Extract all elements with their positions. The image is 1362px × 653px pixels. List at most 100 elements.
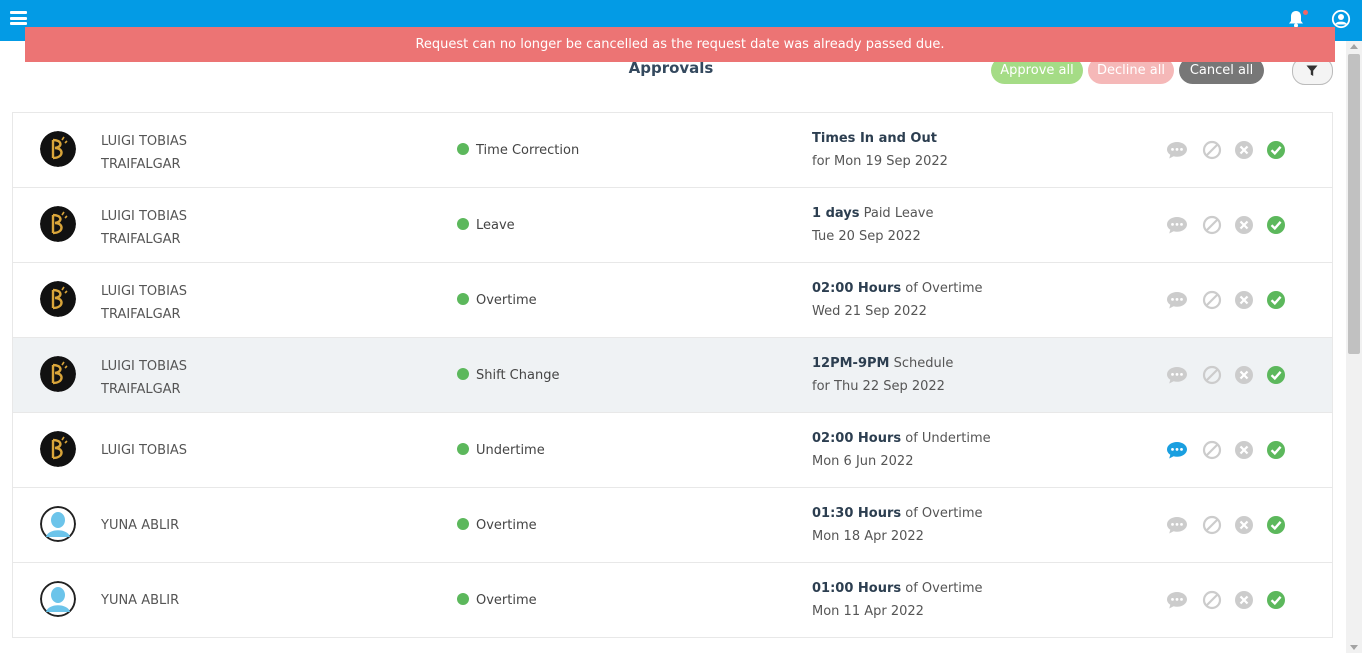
employee-name: LUIGI TOBIAS TRAIFALGAR [101,355,401,401]
approve-icon[interactable] [1265,590,1287,610]
decline-icon[interactable] [1201,590,1223,610]
decline-icon[interactable] [1201,440,1223,460]
request-type: Undertime [457,439,545,462]
cancel-icon[interactable] [1233,215,1255,235]
employee-name-line1: LUIGI TOBIAS [101,134,188,149]
approve-icon[interactable] [1265,515,1287,535]
b-logo-avatar [40,281,76,317]
status-dot [457,593,469,605]
status-dot [457,518,469,530]
approval-row[interactable]: LUIGI TOBIAS TRAIFALGAR Leave 1 days Pai… [13,188,1332,263]
approval-row[interactable]: LUIGI TOBIAS TRAIFALGAR Overtime 02:00 H… [13,263,1332,338]
employee-name-line2: TRAIFALGAR [101,157,181,172]
approve-icon[interactable] [1265,140,1287,160]
b-logo-avatar [40,206,76,242]
comment-icon[interactable] [1166,440,1188,460]
request-detail-description: of Overtime [901,506,983,521]
request-detail: 02:00 Hours of Overtime Wed 21 Sep 2022 [812,277,983,323]
approval-row[interactable]: LUIGI TOBIAS TRAIFALGAR Shift Change 12P… [13,338,1332,413]
decline-icon[interactable] [1201,365,1223,385]
request-type-label: Overtime [476,518,537,533]
approve-icon[interactable] [1265,215,1287,235]
comment-icon[interactable] [1166,290,1188,310]
comment-icon[interactable] [1166,590,1188,610]
cancel-icon[interactable] [1233,140,1255,160]
decline-icon[interactable] [1201,140,1223,160]
cancel-icon[interactable] [1233,365,1255,385]
b-logo-avatar [40,431,76,467]
request-detail-date: Mon 6 Jun 2022 [812,454,914,469]
employee-name: LUIGI TOBIAS [101,439,401,462]
comment-icon[interactable] [1166,140,1188,160]
request-detail-date: for Mon 19 Sep 2022 [812,154,948,169]
request-type: Leave [457,214,515,237]
request-detail-description: of Overtime [901,281,983,296]
request-type: Overtime [457,289,537,312]
request-detail-amount: 01:30 Hours [812,506,902,521]
approval-row[interactable]: LUIGI TOBIAS TRAIFALGAR Time Correction … [13,113,1332,188]
employee-name-line1: LUIGI TOBIAS [101,284,188,299]
person-silhouette-avatar [40,506,76,542]
scrollbar-thumb[interactable] [1348,54,1360,354]
request-detail: 01:30 Hours of Overtime Mon 18 Apr 2022 [812,502,983,548]
request-type-label: Leave [476,218,515,233]
request-detail-date: Mon 11 Apr 2022 [812,604,924,619]
request-detail-description: Paid Leave [859,206,934,221]
status-dot [457,218,469,230]
approve-icon[interactable] [1265,290,1287,310]
request-type-label: Shift Change [476,368,560,383]
approve-icon[interactable] [1265,365,1287,385]
request-detail-amount: 02:00 Hours [812,281,902,296]
approval-row[interactable]: YUNA ABLIR Overtime 01:00 Hours of Overt… [13,563,1332,638]
b-logo-avatar [40,131,76,167]
b-logo-avatar [40,206,76,242]
hamburger-menu-icon[interactable] [10,11,27,25]
request-detail-amount: Times In and Out [812,131,937,146]
approval-row[interactable]: YUNA ABLIR Overtime 01:30 Hours of Overt… [13,488,1332,563]
request-detail: 1 days Paid Leave Tue 20 Sep 2022 [812,202,934,248]
employee-name: LUIGI TOBIAS TRAIFALGAR [101,130,401,176]
request-type: Shift Change [457,364,559,387]
request-detail-main: 12PM-9PM Schedule [812,352,953,375]
cancel-icon[interactable] [1233,515,1255,535]
cancel-icon[interactable] [1233,440,1255,460]
request-type-label: Overtime [476,593,537,608]
comment-icon[interactable] [1166,515,1188,535]
request-detail-main: Times In and Out [812,127,948,150]
status-dot [457,293,469,305]
scroll-down-arrow[interactable] [1350,645,1358,650]
request-detail-description: of Overtime [901,581,983,596]
error-toast[interactable]: Request can no longer be cancelled as th… [25,27,1335,62]
employee-name-line1: LUIGI TOBIAS [101,359,188,374]
cancel-icon[interactable] [1233,290,1255,310]
employee-name-line1: YUNA ABLIR [101,593,180,608]
request-detail-date: Tue 20 Sep 2022 [812,229,921,244]
employee-name-line2: TRAIFALGAR [101,232,181,247]
employee-name-line1: YUNA ABLIR [101,518,180,533]
employee-name-line2: TRAIFALGAR [101,307,181,322]
comment-icon[interactable] [1166,215,1188,235]
request-detail-amount: 02:00 Hours [812,431,902,446]
approval-row[interactable]: LUIGI TOBIAS Undertime 02:00 Hours of Un… [13,413,1332,488]
vertical-scrollbar[interactable] [1346,41,1362,653]
user-circle-icon[interactable] [1331,9,1351,29]
request-type: Overtime [457,514,537,537]
approve-icon[interactable] [1265,440,1287,460]
decline-icon[interactable] [1201,290,1223,310]
person-silhouette-avatar [40,581,76,617]
cancel-icon[interactable] [1233,590,1255,610]
request-type: Time Correction [457,139,579,162]
request-type-label: Time Correction [476,143,580,158]
request-detail-main: 02:00 Hours of Overtime [812,277,983,300]
decline-icon[interactable] [1201,515,1223,535]
comment-icon[interactable] [1166,365,1188,385]
b-logo-avatar [40,281,76,317]
request-detail-date: Mon 18 Apr 2022 [812,529,924,544]
request-type-label: Undertime [476,443,545,458]
request-detail-amount: 01:00 Hours [812,581,902,596]
employee-name: LUIGI TOBIAS TRAIFALGAR [101,280,401,326]
employee-name-line2: TRAIFALGAR [101,382,181,397]
employee-name-line1: LUIGI TOBIAS [101,209,188,224]
scroll-up-arrow[interactable] [1350,44,1358,49]
decline-icon[interactable] [1201,215,1223,235]
